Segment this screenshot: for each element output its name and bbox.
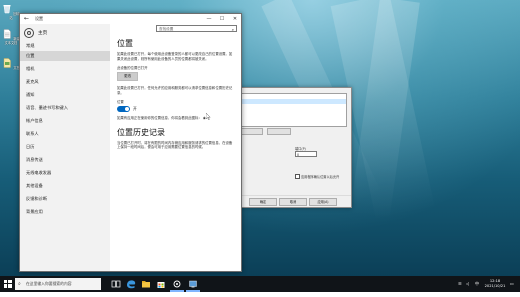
search-placeholder: 查找设置: [159, 27, 174, 31]
taskbar-search-placeholder: 在这里输入你要搜索的内容: [26, 281, 72, 286]
home-label: 主页: [38, 31, 48, 36]
volume-icon[interactable]: ◁: [466, 281, 469, 297]
sidebar-item-speech[interactable]: 语音、墨迹书写和键入: [20, 103, 110, 113]
apply-button[interactable]: 应用(A): [309, 198, 337, 206]
location-label: 位置: [117, 99, 124, 104]
note-label: 如果有应用正在使用你的位置信息，你将会看到此图标：: [117, 115, 202, 120]
text-document-icon: [4, 29, 11, 39]
maximize-button[interactable]: ☐: [216, 14, 228, 24]
history-text: 当位置已打开时，将在有限的时间内存储应用和服务请求的位置信息，在设备上保持一段时…: [117, 140, 233, 150]
port-input[interactable]: 0: [295, 151, 317, 157]
settings-window: ← 设置 — ☐ ✕ 主页 常规 位置 相机 麦克风 通知 语音、墨迹书写和键入…: [19, 13, 242, 272]
store-icon[interactable]: [156, 279, 166, 289]
sidebar-item-general[interactable]: 常规: [20, 41, 110, 51]
sidebar-item-location[interactable]: 位置: [20, 51, 110, 61]
home-link[interactable]: 主页: [24, 28, 47, 38]
mouse-cursor-icon: [206, 113, 211, 120]
windows-logo-pane: [4, 284, 8, 288]
desktop-icon-text-document[interactable]: 新建文本文档: [1, 29, 21, 45]
clock-date: 2021/10/21: [484, 284, 506, 288]
search-input[interactable]: 查找设置 ⌕: [156, 25, 237, 32]
sidebar-item-account-info[interactable]: 帐户信息: [20, 116, 110, 126]
windows-logo-icon: [4, 280, 8, 284]
sidebar-item-contacts[interactable]: 联系人: [20, 129, 110, 139]
recycle-bin-icon: [3, 5, 11, 14]
windows-logo-pane: [8, 280, 12, 284]
control-panel-icon[interactable]: [188, 279, 198, 289]
location-toggle-row[interactable]: 开: [117, 105, 235, 112]
desktop-icon-recycle-bin[interactable]: 回收站: [1, 4, 21, 20]
sidebar-item-feedback[interactable]: 反馈和诊断: [20, 194, 110, 204]
title-bar[interactable]: ← 设置 — ☐ ✕: [20, 14, 241, 24]
back-arrow-icon[interactable]: ←: [24, 15, 29, 22]
gear-icon: [24, 28, 34, 38]
note-text: 如果有应用正在使用你的位置信息，你将会看到此图标： ◉: [117, 116, 235, 121]
sidebar-item-microphone[interactable]: 麦克风: [20, 77, 110, 87]
sidebar-item-other-devices[interactable]: 其他设备: [20, 181, 110, 191]
notification-icon[interactable]: ▭: [510, 281, 514, 297]
active-app-indicator: [170, 290, 184, 292]
location-toggle[interactable]: [117, 105, 130, 112]
edge-browser-icon[interactable]: [126, 279, 136, 289]
file-explorer-icon[interactable]: [141, 279, 151, 289]
history-heading: 位置历史记录: [117, 127, 165, 137]
sidebar-item-messaging[interactable]: 消息传送: [20, 155, 110, 165]
checkbox-row[interactable]: 应用程序确认位置以后允许: [295, 174, 339, 179]
page-title: 位置: [117, 39, 133, 48]
task-view-icon[interactable]: [111, 279, 121, 289]
clock[interactable]: 12:18 2021/10/21: [482, 279, 508, 295]
sidebar-item-radios[interactable]: 无线电收发器: [20, 168, 110, 178]
settings-content: 位置 如果此设置已打开，每个使用此设备登录的人都可以更改自己的位置设置。如果关闭…: [117, 38, 235, 154]
minimize-button[interactable]: —: [203, 14, 215, 24]
settings-app-icon[interactable]: [172, 279, 182, 289]
cancel-button[interactable]: 取消: [279, 198, 307, 206]
sidebar-item-camera[interactable]: 相机: [20, 64, 110, 74]
change-button[interactable]: 更改: [117, 72, 139, 82]
checkbox[interactable]: [295, 174, 300, 179]
sidebar-item-background-apps[interactable]: 背景应用: [20, 207, 110, 217]
checkbox-label: 应用程序确认位置以后允许: [301, 175, 340, 179]
document-icon: [4, 58, 11, 68]
network-icon[interactable]: ☰: [458, 281, 462, 297]
window-title: 设置: [35, 16, 43, 21]
dialog-small-button[interactable]: [239, 128, 263, 135]
explain-text: 如果此设置已打开，任何允许的应用和服务都可以请求位置信息和位置历史记录。: [117, 86, 233, 96]
sidebar-item-calendar[interactable]: 日历: [20, 142, 110, 152]
start-button[interactable]: [4, 280, 12, 288]
taskbar-search[interactable]: ⌕ 在这里输入你要搜索的内容: [15, 278, 101, 290]
search-icon: ⌕: [231, 27, 234, 32]
taskbar: ⌕ 在这里输入你要搜索的内容 ☰ ◁ 中 12:18 2021/10/21 ▭: [0, 276, 520, 292]
device-status: 此设备的位置已打开: [117, 65, 148, 70]
desktop-icon-document[interactable]: 文档: [1, 58, 21, 70]
search-icon: ⌕: [18, 281, 21, 287]
windows-logo-pane: [8, 284, 12, 288]
toggle-state: 开: [133, 105, 137, 111]
settings-sidebar: 主页 常规 位置 相机 麦克风 通知 语音、墨迹书写和键入 帐户信息 联系人 日…: [20, 24, 110, 271]
intro-text: 如果此设置已打开，每个使用此设备登录的人都可以更改自己的位置设置。如果关闭此设置…: [117, 52, 233, 61]
close-button[interactable]: ✕: [229, 14, 241, 24]
sidebar-item-notifications[interactable]: 通知: [20, 90, 110, 100]
ok-button[interactable]: 确定: [249, 198, 277, 206]
ime-indicator[interactable]: 中: [475, 281, 479, 297]
running-app-indicator: [186, 290, 200, 292]
dialog-small-button[interactable]: [267, 128, 291, 135]
